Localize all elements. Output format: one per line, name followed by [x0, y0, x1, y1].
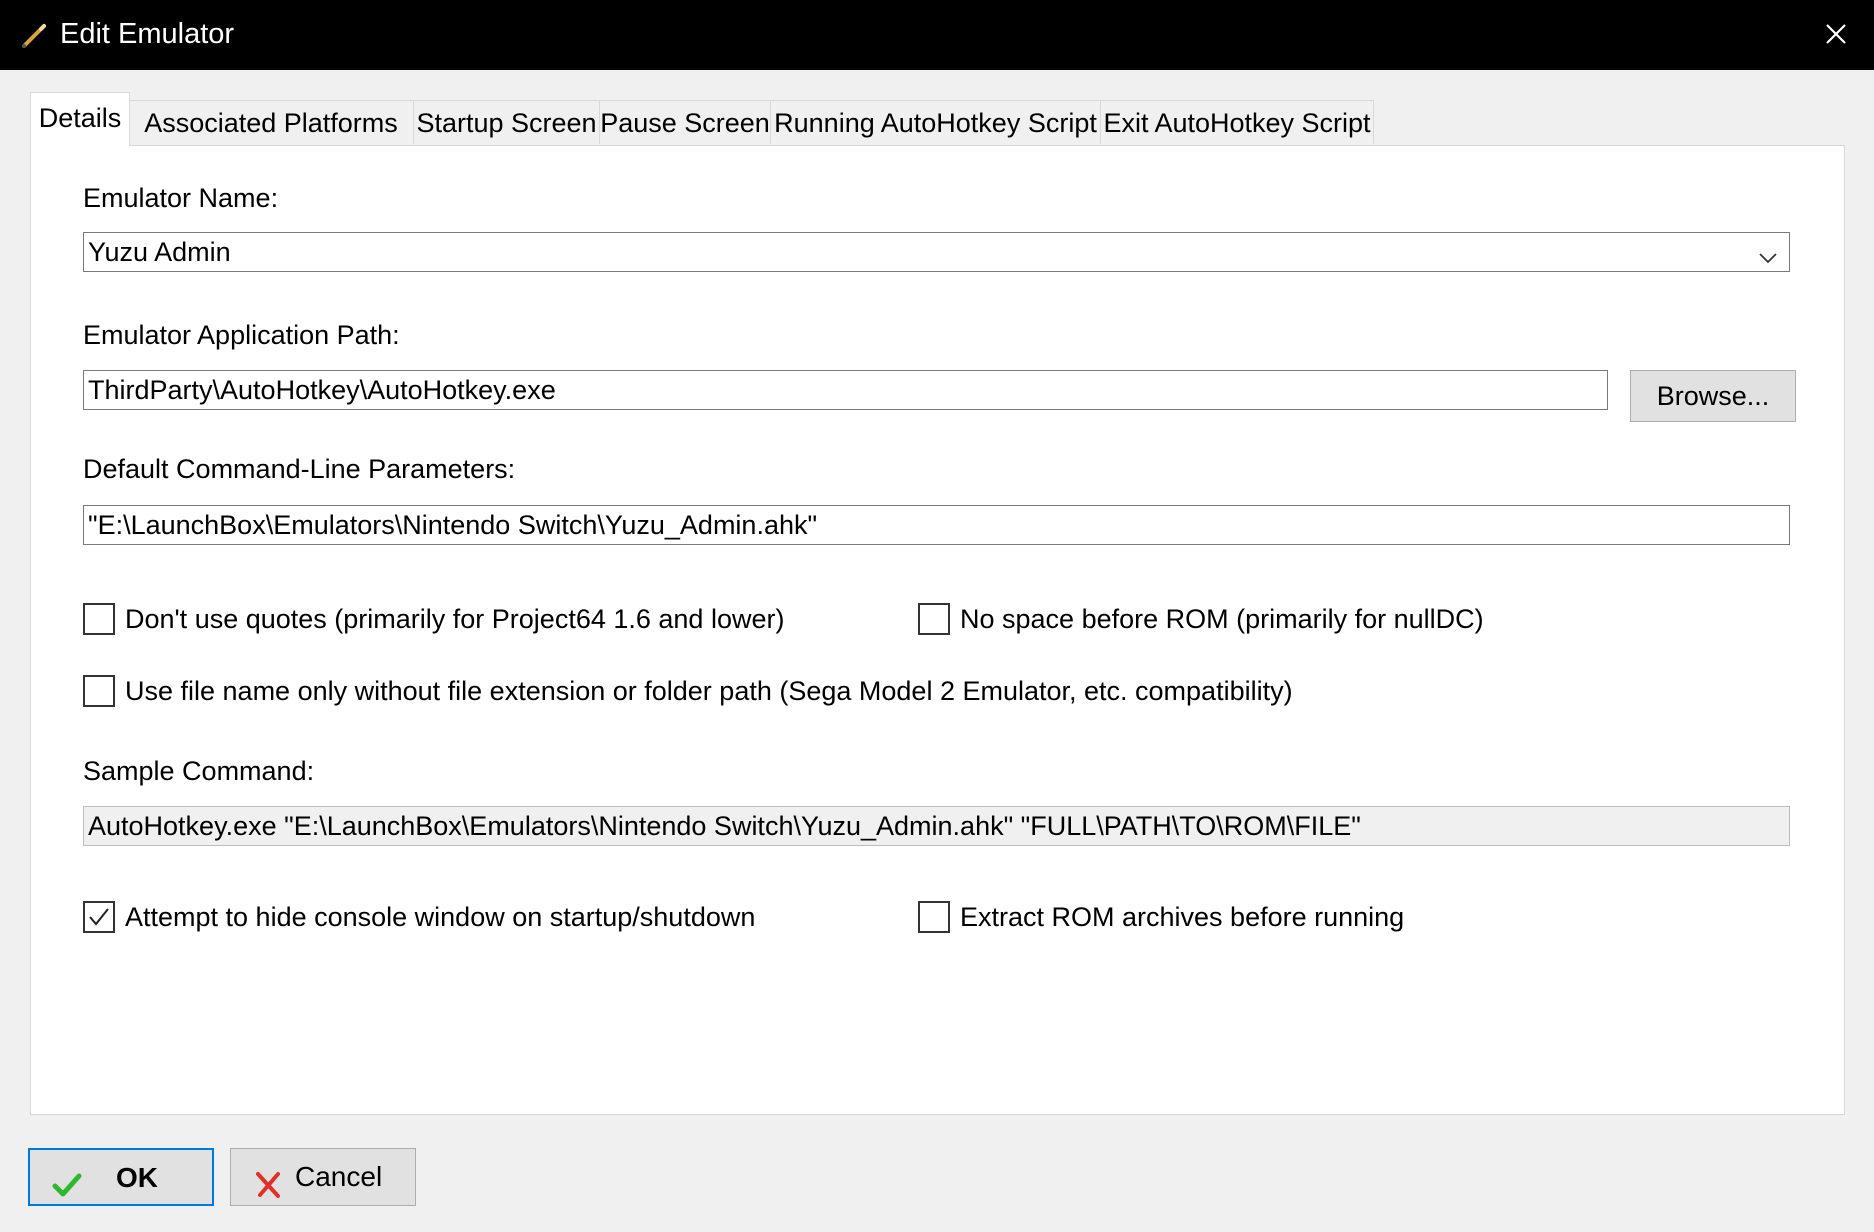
tab-details[interactable]: Details	[30, 92, 130, 146]
close-icon[interactable]	[1816, 14, 1856, 54]
chevron-down-icon[interactable]	[1757, 241, 1779, 264]
hide-console-label: Attempt to hide console window on startu…	[125, 902, 756, 932]
tab-running-autohotkey-script[interactable]: Running AutoHotkey Script	[770, 100, 1101, 144]
cancel-label: Cancel	[295, 1161, 383, 1192]
file-name-only-option[interactable]: Use file name only without file extensio…	[83, 674, 1383, 708]
emulator-name-combo[interactable]: Yuzu Admin	[83, 232, 1790, 272]
browse-button[interactable]: Browse...	[1630, 370, 1796, 422]
title-bar: Edit Emulator	[0, 0, 1874, 70]
file-name-only-checkbox[interactable]	[83, 675, 115, 707]
dont-use-quotes-option[interactable]: Don't use quotes (primarily for Project6…	[83, 602, 843, 636]
hide-console-option[interactable]: Attempt to hide console window on startu…	[83, 900, 823, 934]
no-space-before-rom-label: No space before ROM (primarily for nullD…	[960, 604, 1484, 634]
dont-use-quotes-label: Don't use quotes (primarily for Project6…	[125, 604, 785, 634]
tab-startup-screen[interactable]: Startup Screen	[413, 100, 600, 144]
command-line-label: Default Command-Line Parameters:	[83, 454, 516, 484]
tab-pause-screen[interactable]: Pause Screen	[599, 100, 771, 144]
ok-button[interactable]: OK	[28, 1148, 214, 1206]
file-name-only-label: Use file name only without file extensio…	[125, 676, 1293, 706]
application-path-input[interactable]: ThirdParty\AutoHotkey\AutoHotkey.exe	[83, 370, 1608, 410]
pencil-icon	[20, 20, 50, 50]
extract-rom-checkbox[interactable]	[918, 901, 950, 933]
emulator-name-value: Yuzu Admin	[88, 237, 231, 267]
checkmark-icon	[89, 908, 109, 926]
application-path-label: Emulator Application Path:	[83, 320, 400, 350]
dont-use-quotes-checkbox[interactable]	[83, 603, 115, 635]
command-line-input[interactable]: "E:\LaunchBox\Emulators\Nintendo Switch\…	[83, 505, 1790, 545]
check-icon	[52, 1164, 82, 1197]
window-title: Edit Emulator	[60, 18, 235, 50]
tab-associated-platforms[interactable]: Associated Platforms	[128, 100, 414, 144]
extract-rom-label: Extract ROM archives before running	[960, 902, 1405, 932]
tab-exit-autohotkey-script[interactable]: Exit AutoHotkey Script	[1100, 100, 1374, 144]
no-space-before-rom-checkbox[interactable]	[918, 603, 950, 635]
emulator-name-label: Emulator Name:	[83, 183, 279, 213]
sample-command-label: Sample Command:	[83, 756, 315, 786]
sample-command-field: AutoHotkey.exe "E:\LaunchBox\Emulators\N…	[83, 806, 1790, 846]
no-space-before-rom-option[interactable]: No space before ROM (primarily for nullD…	[918, 602, 1518, 636]
extract-rom-option[interactable]: Extract ROM archives before running	[918, 900, 1438, 934]
ok-label: OK	[116, 1162, 158, 1193]
hide-console-checkbox[interactable]	[83, 901, 115, 933]
cancel-button[interactable]: Cancel	[230, 1148, 416, 1206]
x-icon	[253, 1163, 283, 1198]
